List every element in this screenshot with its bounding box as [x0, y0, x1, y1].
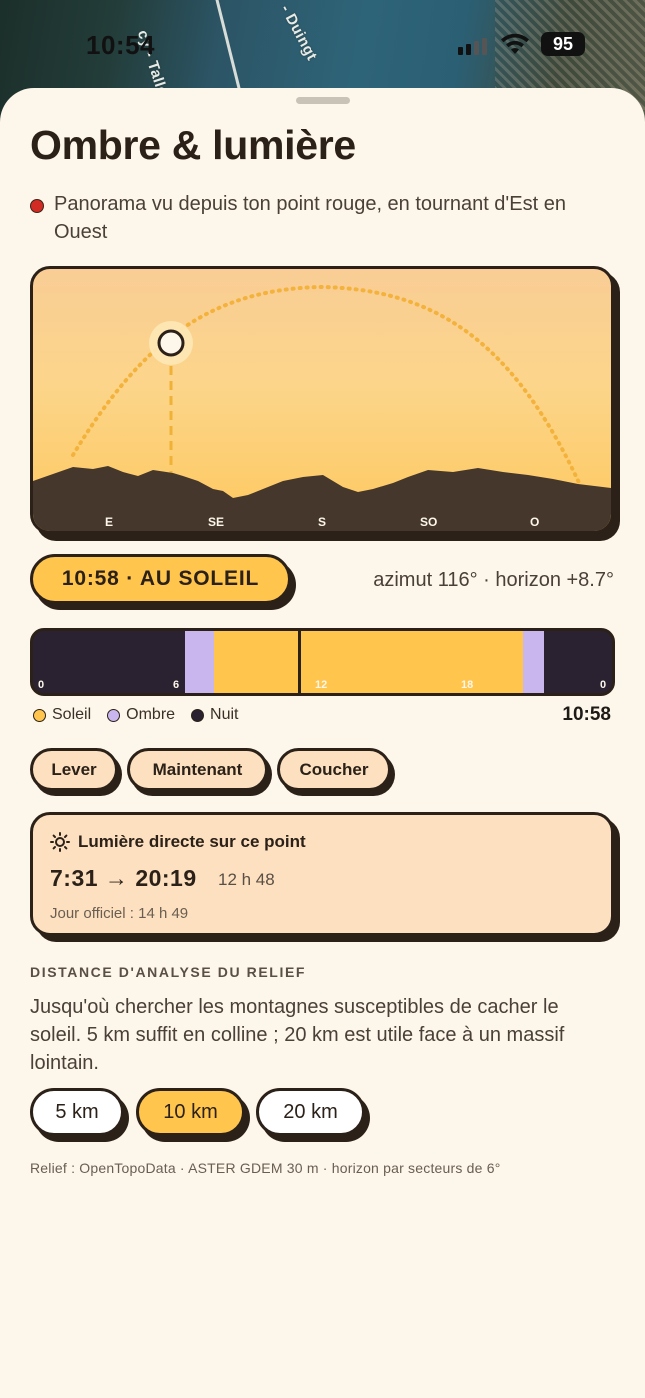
- timeline-legend: Soleil Ombre Nuit: [33, 706, 239, 724]
- cellular-signal-icon: [458, 38, 487, 55]
- subtitle-text: Panorama vu depuis ton point rouge, en t…: [54, 193, 566, 243]
- sheet-title: Ombre & lumière: [30, 122, 356, 168]
- timeline-segment-soleil: [213, 631, 523, 693]
- timeline-tick: 18: [461, 679, 474, 691]
- sun-dot-icon: [33, 708, 46, 722]
- distance-option-20km[interactable]: 20 km: [256, 1088, 370, 1142]
- legend-shade: Ombre: [107, 706, 175, 724]
- timeline-current-time: 10:58: [562, 704, 611, 725]
- direct-light-duration: 12 h 48: [218, 870, 275, 889]
- direct-light-title: Lumière directe sur ce point: [78, 832, 306, 851]
- sun-marker: [157, 329, 185, 357]
- shade-dot-icon: [107, 708, 121, 722]
- sunset-button[interactable]: Coucher: [277, 748, 395, 796]
- data-source-footer: Relief : OpenTopoData · ASTER GDEM 30 m …: [30, 1160, 501, 1176]
- azimut-readout: azimut 116° · horizon +8.7°: [373, 569, 614, 591]
- relief-description: Jusqu'où chercher les montagnes suscepti…: [30, 996, 565, 1074]
- timeline-segment-ombre: [522, 631, 545, 693]
- sunrise-button[interactable]: Lever: [30, 748, 122, 796]
- current-status-pill: 10:58 · AU SOLEIL: [30, 554, 296, 610]
- battery-icon: 95: [541, 32, 585, 56]
- sun-icon: [50, 832, 70, 852]
- status-time: 10:54: [86, 30, 155, 60]
- wifi-icon: [501, 33, 529, 54]
- timeline-segment-ombre: [184, 631, 214, 693]
- status-bar: 10:54 95: [0, 26, 645, 62]
- legend-night: Nuit: [191, 706, 239, 724]
- compass-label-se: SE: [208, 515, 225, 529]
- bottom-sheet: Ombre & lumière Panorama vu depuis ton p…: [0, 88, 645, 1398]
- direct-light-header: Lumière directe sur ce point: [50, 832, 306, 852]
- day-timeline[interactable]: 0 6 12 18 0: [30, 628, 615, 696]
- now-button[interactable]: Maintenant: [127, 748, 272, 796]
- timeline-tick: 0: [38, 679, 45, 691]
- timeline-tick: 12: [315, 679, 328, 691]
- sun-path-arc: [71, 284, 583, 489]
- timeline-segment-nuit: [33, 631, 185, 693]
- direct-light-times: 7:31 → 20:19: [50, 865, 197, 891]
- timeline-tick: 0: [600, 679, 607, 691]
- timeline-tick: 6: [173, 679, 180, 691]
- sheet-subtitle: Panorama vu depuis ton point rouge, en t…: [30, 190, 610, 246]
- red-point-icon: [30, 199, 44, 213]
- legend-sun: Soleil: [33, 706, 91, 724]
- night-dot-icon: [191, 708, 205, 722]
- direct-light-card: Lumière directe sur ce point 7:31 → 20:1…: [30, 812, 620, 942]
- compass-label-so: SO: [420, 515, 438, 529]
- timeline-now-marker: [297, 631, 301, 693]
- current-status-label: 10:58 · AU SOLEIL: [30, 554, 291, 604]
- sun-panorama[interactable]: E SE S SO O: [30, 266, 620, 541]
- relief-section-title: DISTANCE D'ANALYSE DU RELIEF: [30, 964, 307, 980]
- distance-option-10km[interactable]: 10 km: [136, 1088, 250, 1142]
- compass-label-s: S: [318, 515, 327, 529]
- compass-label-o: O: [530, 515, 540, 529]
- compass-label-e: E: [105, 515, 114, 529]
- panorama-graphic: [33, 284, 611, 531]
- distance-option-5km[interactable]: 5 km: [30, 1088, 129, 1142]
- sheet-grabber[interactable]: [296, 97, 350, 104]
- official-day-length: Jour officiel : 14 h 49: [50, 905, 189, 922]
